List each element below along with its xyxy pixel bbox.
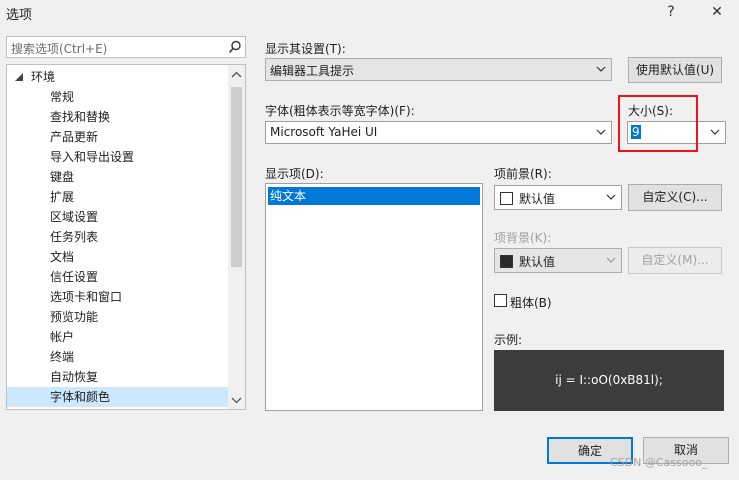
tree-item-label: 自动恢复 <box>50 370 99 384</box>
tree-item-label: 常规 <box>50 90 75 104</box>
search-placeholder: 搜索选项(Ctrl+E) <box>11 42 108 56</box>
tree-item[interactable]: 区域设置 <box>7 207 229 227</box>
search-input[interactable]: 搜索选项(Ctrl+E) <box>6 36 246 58</box>
tree-item-label: 环境 <box>31 70 56 84</box>
tree-item-selected[interactable]: 字体和颜色 <box>7 387 229 407</box>
tree-item[interactable]: 自动恢复 <box>7 367 229 387</box>
tree-item-label: 字体和颜色 <box>50 390 111 404</box>
tree-item[interactable]: 常规 <box>7 87 229 107</box>
chevron-down-icon <box>606 194 616 200</box>
tree-item-label: 信任设置 <box>50 270 99 284</box>
show-settings-dropdown[interactable]: 编辑器工具提示 <box>265 58 612 81</box>
tree-item[interactable]: 预览功能 <box>7 307 229 327</box>
options-tree[interactable]: 环境 常规 查找和替换 产品更新 导入和导出设置 键盘 扩展 区域设置 任务列表… <box>6 64 246 410</box>
chevron-down-icon[interactable] <box>707 122 723 143</box>
tree-item-label: 产品更新 <box>50 130 99 144</box>
tree-item-label: 文档 <box>50 250 75 264</box>
tree-item[interactable]: 信任设置 <box>7 267 229 287</box>
tree-item-label: 导入和导出设置 <box>50 150 135 164</box>
tree-item-label: 查找和替换 <box>50 110 111 124</box>
font-label: 字体(粗体表示等宽字体)(F): <box>265 104 415 118</box>
tree-item[interactable]: 任务列表 <box>7 227 229 247</box>
display-items-list[interactable]: 纯文本 <box>265 183 483 411</box>
tree-item[interactable]: 产品更新 <box>7 127 229 147</box>
tree-item[interactable]: 终端 <box>7 347 229 367</box>
background-label: 项背景(K): <box>494 231 552 245</box>
scroll-down-icon[interactable] <box>231 397 242 404</box>
tree-item-environment[interactable]: 环境 <box>7 67 229 87</box>
scroll-thumb[interactable] <box>231 87 242 267</box>
tree-item[interactable]: 键盘 <box>7 167 229 187</box>
tree-item[interactable]: 帐户 <box>7 327 229 347</box>
tree-scrollbar[interactable] <box>228 65 245 409</box>
tree-item-label: 帐户 <box>50 330 75 344</box>
help-button[interactable]: ? <box>654 0 688 24</box>
foreground-label: 项前景(R): <box>494 167 552 181</box>
tree-item-label: 选项卡和窗口 <box>50 290 123 304</box>
foreground-dropdown[interactable]: 默认值 <box>494 185 622 210</box>
tree-item[interactable]: 扩展 <box>7 187 229 207</box>
expanded-arrow-icon[interactable] <box>15 73 24 82</box>
show-settings-label: 显示其设置(T): <box>265 42 346 56</box>
size-highlight-annotation <box>618 95 698 152</box>
tree-item-label: 扩展 <box>50 190 75 204</box>
background-dropdown[interactable]: 默认值 <box>494 248 622 273</box>
scroll-up-icon[interactable] <box>231 71 242 78</box>
list-item[interactable]: 纯文本 <box>268 187 480 205</box>
watermark: CSDN @Cassooo_ <box>610 456 708 469</box>
background-value: 默认值 <box>519 255 556 269</box>
background-custom-button[interactable]: 自定义(M)... <box>628 247 722 274</box>
tree-item-label: 预览功能 <box>50 310 99 324</box>
tree-item[interactable]: 查找和替换 <box>7 107 229 127</box>
foreground-custom-button[interactable]: 自定义(C)... <box>628 184 722 211</box>
tree-item[interactable]: 选项卡和窗口 <box>7 287 229 307</box>
tree-item-label: 区域设置 <box>50 210 99 224</box>
tree-item-label: 终端 <box>50 350 75 364</box>
bold-checkbox[interactable] <box>494 294 507 307</box>
window-title: 选项 <box>6 8 33 23</box>
show-settings-value: 编辑器工具提示 <box>270 64 355 78</box>
chevron-down-icon <box>596 129 606 135</box>
sample-label: 示例: <box>494 333 523 347</box>
font-value: Microsoft YaHei UI <box>270 125 378 139</box>
tree-item-label: 任务列表 <box>50 230 99 244</box>
tree-item[interactable]: 导入和导出设置 <box>7 147 229 167</box>
title-bar <box>0 0 739 24</box>
display-items-label: 显示项(D): <box>265 167 324 181</box>
search-icon[interactable] <box>228 40 242 54</box>
use-defaults-button[interactable]: 使用默认值(U) <box>628 57 722 83</box>
chevron-down-icon <box>596 66 606 72</box>
black-swatch-icon <box>500 254 513 268</box>
sample-preview: ij = I::oO(0xB81l); <box>494 350 724 411</box>
tree-item-label: 键盘 <box>50 170 75 184</box>
font-dropdown[interactable]: Microsoft YaHei UI <box>265 121 612 144</box>
tree-item[interactable]: 文档 <box>7 247 229 267</box>
bold-label: 粗体(B) <box>510 296 552 310</box>
foreground-value: 默认值 <box>519 192 556 206</box>
white-swatch-icon <box>500 191 513 205</box>
close-button[interactable]: ✕ <box>700 0 734 24</box>
chevron-down-icon <box>606 257 616 263</box>
